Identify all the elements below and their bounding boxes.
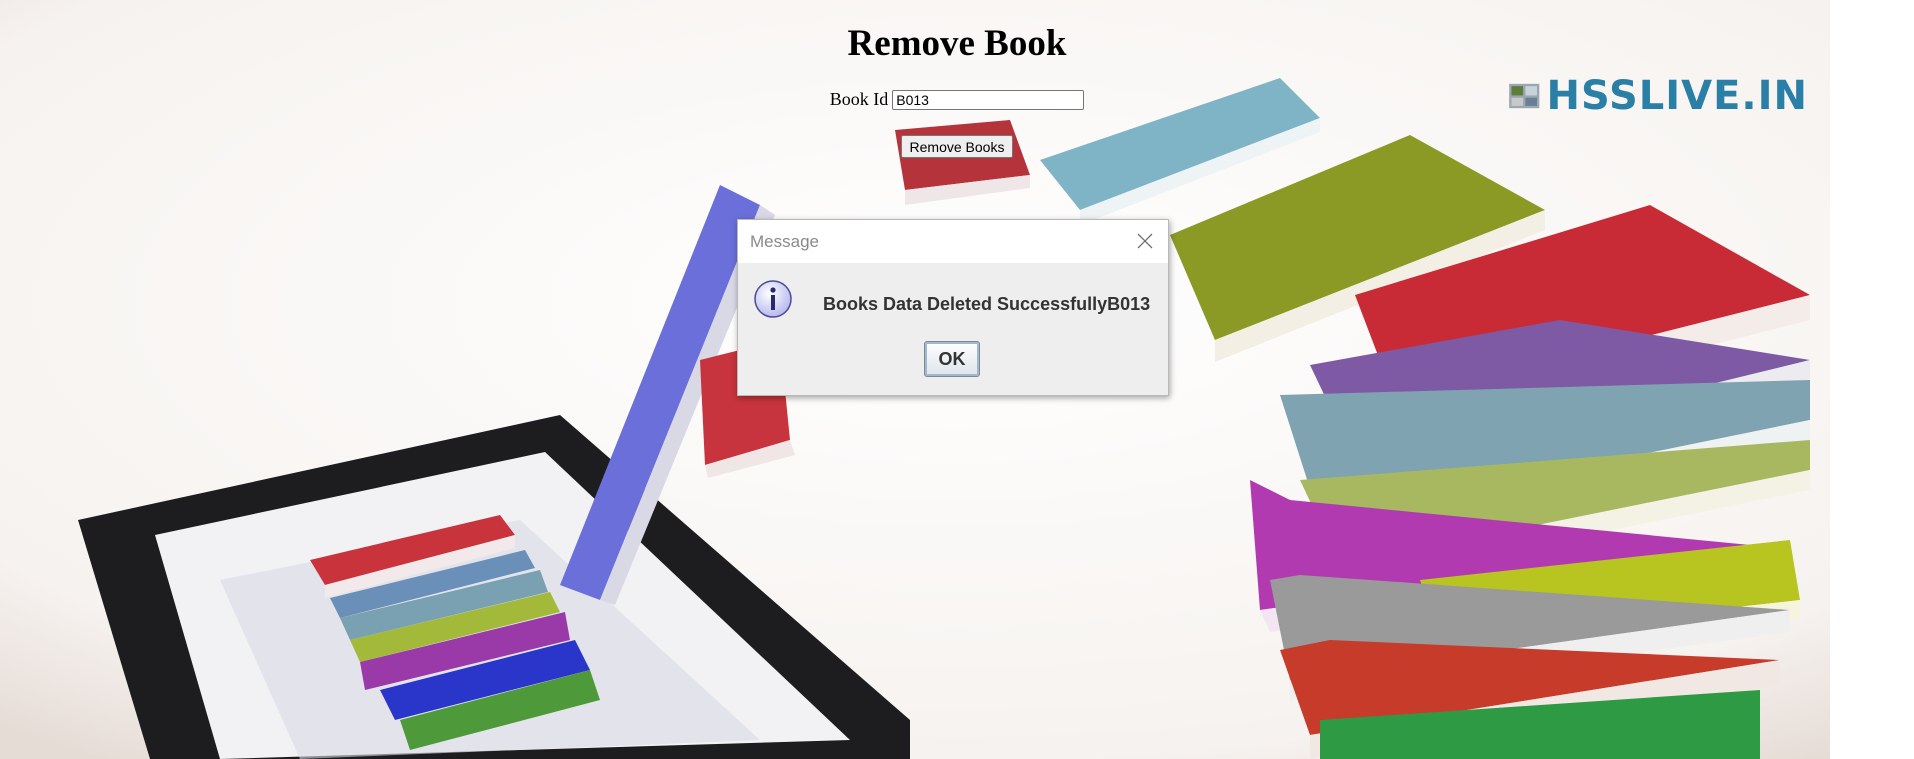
remove-books-button[interactable]: Remove Books [900, 135, 1014, 158]
ok-button[interactable]: OK [924, 341, 980, 377]
message-dialog: Message Books Data Deleted SuccessfullyB… [737, 219, 1169, 396]
logo-text: HSSLIVE.IN [1546, 73, 1808, 119]
book-id-input[interactable] [892, 89, 1085, 110]
dialog-title: Message [750, 232, 819, 251]
dialog-message: Books Data Deleted SuccessfullyB013 [823, 294, 1151, 314]
dialog-titlebar: Message [738, 220, 1168, 263]
info-icon [754, 280, 792, 318]
logo-icon [1509, 83, 1540, 109]
remove-button-row: Remove Books [0, 135, 1914, 158]
site-logo: HSSLIVE.IN [1508, 68, 1808, 124]
page-title: Remove Book [847, 23, 1067, 64]
close-icon[interactable] [1132, 228, 1158, 254]
book-id-label: Book Id [829, 89, 889, 109]
